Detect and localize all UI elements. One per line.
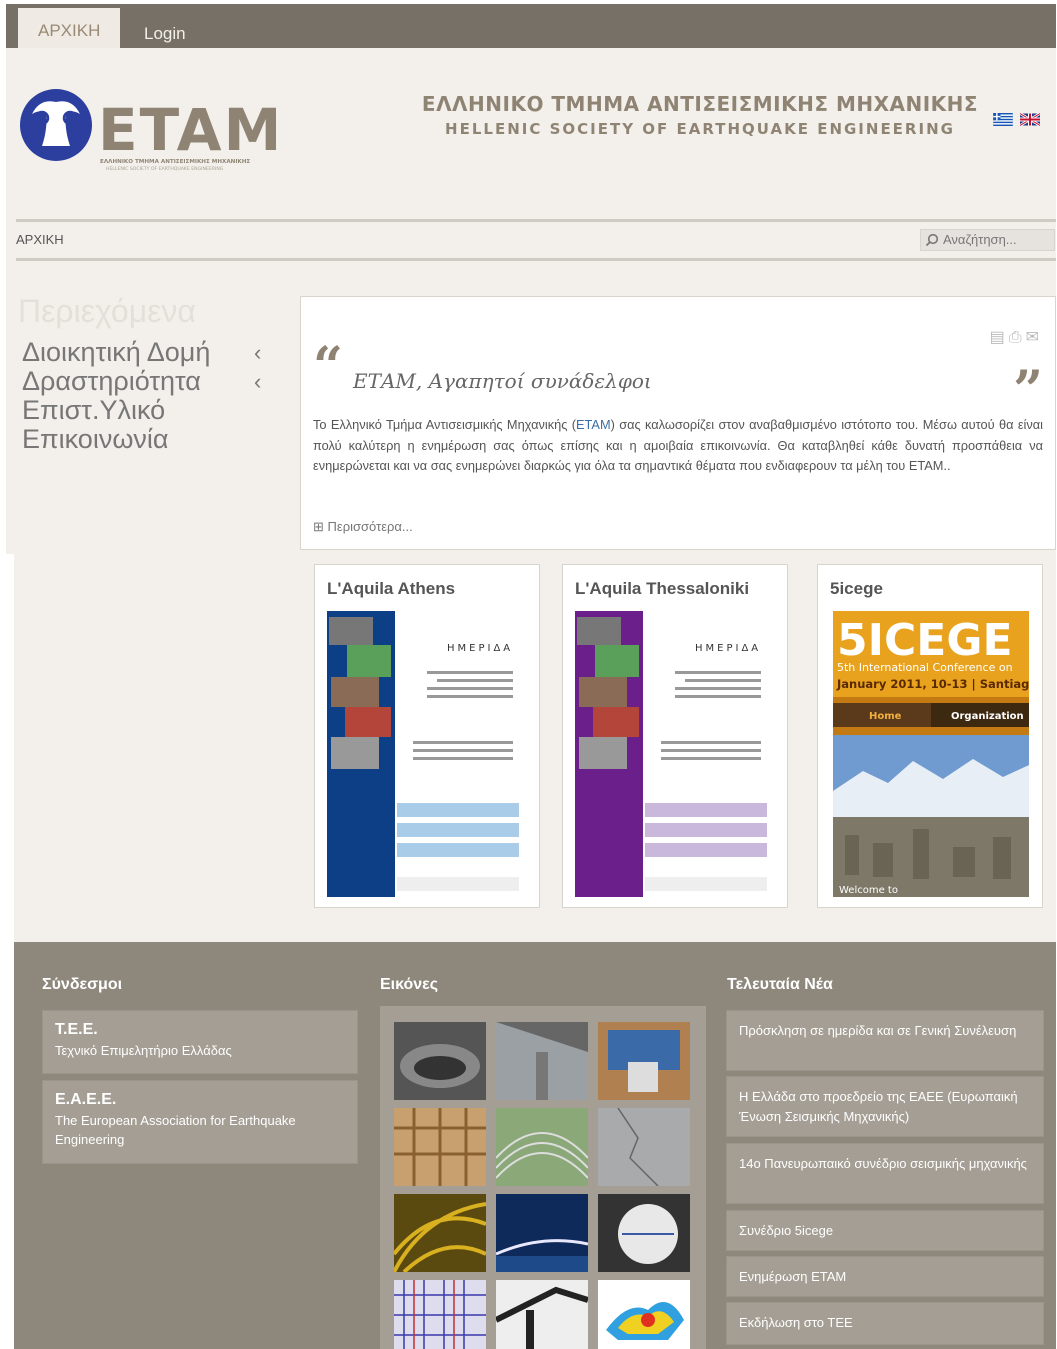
card-laquila-athens[interactable]: L'Aquila Athens ΗΜΕΡΙΔΑ (314, 564, 540, 908)
menu-item-label: Δραστηριότητα (22, 366, 201, 396)
page: ΑΡΧΙΚΗ Login ETAM ΕΛΛΗΝΙΚΟ ΤΜΗΜΑ ΑΝΤΙΣΕΙ… (0, 0, 1057, 1349)
divider-top (16, 219, 1056, 222)
banner-welcome: Welcome to (839, 885, 898, 896)
gallery-image-steel-frame[interactable] (496, 1280, 588, 1349)
quote-close-icon: ” (1013, 360, 1043, 421)
gallery-image-contour-plot[interactable] (598, 1280, 690, 1349)
menu-item-label: Διοικητική Δομή (22, 337, 211, 367)
search-icon (925, 233, 939, 247)
banner-sub: 5th International Conference on (837, 661, 1013, 674)
links-heading: Σύνδεσμοι (42, 976, 123, 993)
gallery-image-cracked-wall[interactable] (598, 1108, 690, 1186)
link-tee[interactable]: T.E.E. Τεχνικό Επιμελητήριο Ελλάδας (42, 1010, 358, 1074)
article-title: ΕΤΑΜ, Αγαπητοί συνάδελφοι (353, 369, 652, 393)
tab-login[interactable]: Login (124, 8, 206, 48)
menu-item-administration[interactable]: Διοικητική Δομή ‹ (22, 338, 272, 367)
menu-item-label: Επικοινωνία (22, 424, 169, 454)
link-title: T.E.E. (55, 1021, 98, 1038)
gallery-image-steel-roof[interactable] (496, 1108, 588, 1186)
link-title: E.A.E.E. (55, 1091, 117, 1108)
search-placeholder: Αναζήτηση... (943, 232, 1017, 247)
print-icon[interactable]: ⎙ (1009, 329, 1026, 346)
search-input[interactable]: Αναζήτηση... (920, 229, 1055, 251)
logo-subtitle-en: HELLENIC SOCIETY OF EARTHQUAKE ENGINEERI… (106, 166, 224, 172)
card-title: 5icege (830, 579, 883, 598)
laquila-athens-poster[interactable]: ΗΜΕΡΙΔΑ (327, 611, 527, 897)
greek-flag-icon[interactable] (993, 113, 1013, 126)
news-heading: Τελευταία Νέα (727, 976, 833, 993)
link-eaee[interactable]: E.A.E.E. The European Association for Ea… (42, 1080, 358, 1164)
tab-home[interactable]: ΑΡΧΙΚΗ (18, 8, 121, 48)
logo-text: ETAM (98, 96, 283, 164)
link-desc: Τεχνικό Επιμελητήριο Ελλάδας (55, 1043, 232, 1058)
news-item[interactable]: Η Ελλάδα στο προεδρείο της ΕΑΕΕ (Ευρωπαι… (726, 1076, 1044, 1137)
5icege-banner[interactable]: 5ICEGE 5th International Conference on J… (833, 611, 1029, 897)
article-tools: ▤⎙✉ (990, 327, 1043, 347)
images-heading: Εικόνες (380, 976, 439, 993)
banner-big: 5ICEGE (837, 615, 1013, 666)
pdf-icon[interactable]: ▤ (990, 329, 1009, 346)
gallery-image-exhibition-booth[interactable] (598, 1022, 690, 1100)
email-icon[interactable]: ✉ (1026, 329, 1043, 346)
footer: Σύνδεσμοι T.E.E. Τεχνικό Επιμελητήριο Ελ… (14, 942, 1056, 1349)
news-item[interactable]: Συνέδριο 5icege (726, 1210, 1044, 1251)
menu-item-scientific-material[interactable]: Επιστ.Υλικό (22, 396, 272, 425)
card-title: L'Aquila Thessaloniki (575, 579, 750, 598)
link-desc: The European Association for Earthquake … (55, 1113, 296, 1147)
main-menu: Διοικητική Δομή ‹ Δραστηριότητα ‹ Επιστ.Υλ… (22, 338, 272, 454)
poster-heading: ΗΜΕΡΙΔΑ (447, 643, 513, 654)
gallery-image-night-bridge[interactable] (496, 1194, 588, 1272)
quote-open-icon: “ (313, 336, 343, 397)
card-5icege[interactable]: 5icege 5ICEGE 5th International Conferen… (817, 564, 1043, 908)
uk-flag-icon[interactable] (1020, 113, 1040, 126)
site-title-greek: ΕΛΛΗΝΙΚΟ ΤΜΗΜΑ ΑΝΤΙΣΕΙΣΜΙΚΗΣ ΜΗΧΑΝΙΚΗΣ (421, 92, 979, 116)
welcome-article: ▤⎙✉ “ ΕΤΑΜ, Αγαπητοί συνάδελφοι ” Το Ελλ… (300, 296, 1056, 550)
read-more-link[interactable]: ⊞ Περισσότερα... (313, 519, 413, 535)
news-item[interactable]: Εκδήλωση στο ΤΕΕ (726, 1302, 1044, 1345)
news-item[interactable]: Πρόσκληση σε ημερίδα και σε Γενική Συνέλ… (726, 1010, 1044, 1071)
laquila-thessaloniki-poster[interactable]: ΗΜΕΡΙΔΑ (575, 611, 775, 897)
chevron-left-icon[interactable]: ‹ (254, 338, 261, 367)
card-title: L'Aquila Athens (327, 579, 456, 598)
top-nav-bar: ΑΡΧΙΚΗ Login (6, 4, 1056, 48)
gallery-image-structural-model[interactable] (394, 1280, 486, 1349)
menu-item-label: Επιστ.Υλικό (22, 395, 166, 425)
news-item[interactable]: Ενημέρωση ΕΤΑΜ (726, 1256, 1044, 1297)
site-title: ΕΛΛΗΝΙΚΟ ΤΜΗΜΑ ΑΝΤΙΣΕΙΣΜΙΚΗΣ ΜΗΧΑΝΙΚΗΣ H… (380, 92, 1020, 138)
etam-logo[interactable]: ETAM ΕΛΛΗΝΙΚΟ ΤΜΗΜΑ ΑΝΤΙΣΕΙΣΜΙΚΗΣ ΜΗΧΑΝΙ… (20, 88, 295, 174)
etam-link[interactable]: ΕΤΑΜ (576, 417, 611, 432)
menu-item-contact[interactable]: Επικοινωνία (22, 425, 272, 454)
banner-date: January 2011, 10-13 | Santiag (836, 677, 1029, 691)
gallery-image-seismograph[interactable] (598, 1194, 690, 1272)
card-laquila-thessaloniki[interactable]: L'Aquila Thessaloniki ΗΜΕΡΙΔΑ (562, 564, 788, 908)
chevron-left-icon[interactable]: ‹ (254, 367, 261, 396)
image-gallery (380, 1006, 706, 1349)
gallery-image-scaffolding[interactable] (394, 1108, 486, 1186)
menu-title: Περιεχόμενα (18, 293, 196, 329)
article-body: Το Ελληνικό Τμήμα Αντισεισμικής Μηχανική… (313, 417, 1044, 474)
breadcrumb[interactable]: ΑΡΧΙΚΗ (16, 232, 64, 247)
poster-heading: ΗΜΕΡΙΔΑ (695, 643, 761, 654)
logo-subtitle-gr: ΕΛΛΗΝΙΚΟ ΤΜΗΜΑ ΑΝΤΙΣΕΙΣΜΙΚΗΣ ΜΗΧΑΝΙΚΗΣ (100, 159, 250, 165)
news-item[interactable]: 14ο Πανευρωπαικό συνέδριο σεισμικής μηχα… (726, 1143, 1044, 1204)
banner-tab-home[interactable]: Home (869, 711, 902, 722)
gallery-image-colosseum[interactable] (394, 1022, 486, 1100)
menu-item-activity[interactable]: Δραστηριότητα ‹ (22, 367, 272, 396)
site-title-english: HELLENIC SOCIETY OF EARTHQUAKE ENGINEERI… (445, 120, 955, 138)
banner-tab-organization[interactable]: Organization (951, 711, 1024, 722)
expand-icon: ⊞ (313, 519, 328, 534)
gallery-image-yellow-arches[interactable] (394, 1194, 486, 1272)
divider-bottom (16, 258, 1056, 261)
gallery-image-bridge-pier[interactable] (496, 1022, 588, 1100)
